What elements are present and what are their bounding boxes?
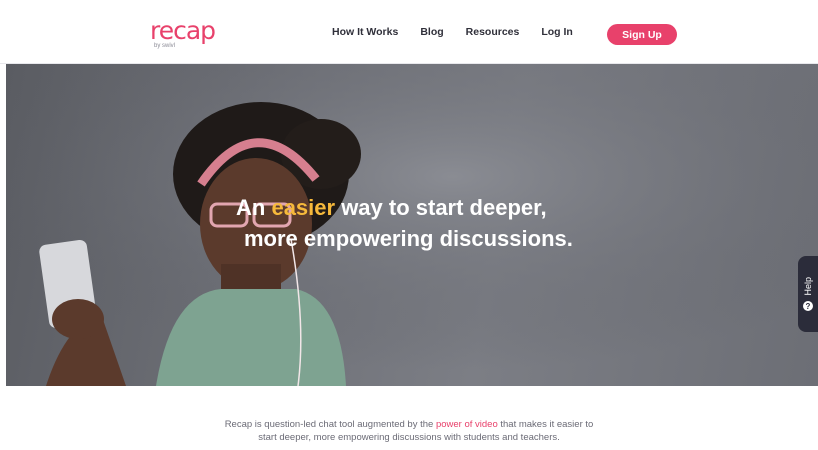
headline-start: An [236, 195, 272, 220]
intro-text-end: that makes it easier to [497, 419, 594, 430]
hero-headline: An easier way to start deeper, more empo… [236, 192, 636, 254]
main-nav: How It Works Blog Resources Log In [332, 22, 595, 42]
intro-text-line2: start deeper, more empowering discussion… [258, 432, 560, 443]
headline-accent: easier [271, 195, 336, 220]
sign-up-button[interactable]: Sign Up [607, 24, 677, 45]
site-header: recap by swivl How It Works Blog Resourc… [0, 0, 818, 64]
hero-banner: An easier way to start deeper, more empo… [6, 64, 818, 386]
help-icon: ? [803, 301, 813, 312]
headline-end: way to start deeper, [335, 195, 547, 220]
logo-subtitle: by swivl [154, 43, 176, 49]
headline-line2: more empowering discussions. [244, 226, 573, 251]
logo-wordmark: recap [150, 16, 216, 45]
nav-resources[interactable]: Resources [466, 26, 520, 38]
intro-text-start: Recap is question-led chat tool augmente… [224, 419, 436, 430]
nav-how-it-works[interactable]: How It Works [332, 26, 398, 38]
intro-text: Recap is question-led chat tool augmente… [0, 418, 818, 444]
help-label: Help [803, 276, 813, 296]
recap-logo[interactable]: recap by swivl [150, 18, 222, 54]
help-tab[interactable]: Help ? [798, 256, 818, 332]
nav-log-in[interactable]: Log In [541, 26, 573, 38]
nav-blog[interactable]: Blog [420, 26, 443, 38]
power-of-video-link[interactable]: power of video [436, 419, 498, 430]
